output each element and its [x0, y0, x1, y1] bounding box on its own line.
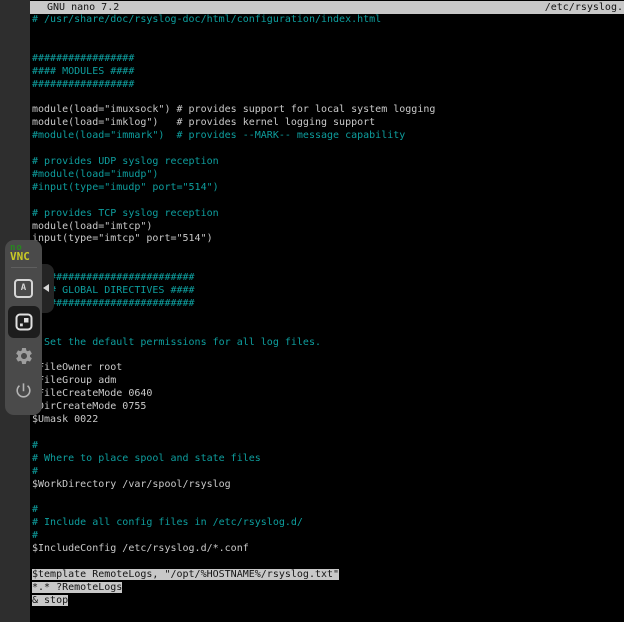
- settings-button[interactable]: [8, 340, 40, 372]
- clipboard-icon: A: [14, 279, 33, 298]
- editor-line: # provides UDP syslog reception: [32, 156, 622, 169]
- editor-line: # Include all config files in /etc/rsysl…: [32, 517, 622, 530]
- editor-line: [32, 492, 622, 505]
- editor-line: [32, 195, 622, 208]
- editor-line: module(load="imtcp"): [32, 221, 622, 234]
- editor-line: [32, 556, 622, 569]
- editor-line: *.* ?RemoteLogs: [32, 582, 622, 595]
- editor-line: #### GLOBAL DIRECTIVES ####: [32, 285, 622, 298]
- editor-line: $FileCreateMode 0640: [32, 388, 622, 401]
- editor-line: & stop: [32, 595, 622, 608]
- editor-line: #input(type="imudp" port="514"): [32, 182, 622, 195]
- clipboard-button[interactable]: A: [8, 272, 40, 304]
- editor-content[interactable]: # /usr/share/doc/rsyslog-doc/html/config…: [32, 14, 622, 608]
- editor-line: # Where to place spool and state files: [32, 453, 622, 466]
- panel-divider: [11, 267, 37, 268]
- vnc-control-panel: no VNC A: [5, 240, 42, 415]
- editor-line: #: [32, 466, 622, 479]
- editor-line: #module(load="imudp"): [32, 169, 622, 182]
- editor-line: #: [32, 530, 622, 543]
- settings-gear-icon: [14, 346, 34, 366]
- editor-line: $template RemoteLogs, "/opt/%HOSTNAME%/r…: [32, 569, 622, 582]
- editor-line: input(type="imtcp" port="514"): [32, 233, 622, 246]
- editor-line: $FileOwner root: [32, 362, 622, 375]
- editor-line: #: [32, 440, 622, 453]
- chevron-left-icon: [43, 284, 49, 292]
- editor-line: $Umask 0022: [32, 414, 622, 427]
- editor-line: [32, 40, 622, 53]
- editor-line: [32, 259, 622, 272]
- editor-line: module(load="imuxsock") # provides suppo…: [32, 104, 622, 117]
- nano-version-label: GNU nano 7.2: [30, 1, 119, 14]
- clipboard-letter: A: [21, 284, 26, 293]
- editor-line: ###########################: [32, 272, 622, 285]
- editor-line: #### MODULES ####: [32, 66, 622, 79]
- terminal-window[interactable]: GNU nano 7.2 /etc/rsyslog. # /usr/share/…: [30, 0, 624, 622]
- editor-line: # /usr/share/doc/rsyslog-doc/html/config…: [32, 14, 622, 27]
- editor-line: # provides TCP syslog reception: [32, 208, 622, 221]
- power-button[interactable]: [8, 374, 40, 406]
- editor-line: [32, 246, 622, 259]
- editor-line: #: [32, 504, 622, 517]
- editor-line: $IncludeConfig /etc/rsyslog.d/*.conf: [32, 543, 622, 556]
- editor-line: $FileGroup adm: [32, 375, 622, 388]
- nano-titlebar: GNU nano 7.2 /etc/rsyslog.: [30, 1, 624, 14]
- fullscreen-icon: [15, 313, 33, 331]
- editor-line: module(load="imklog") # provides kernel …: [32, 117, 622, 130]
- editor-line: [32, 27, 622, 40]
- power-icon: [14, 381, 33, 400]
- editor-line: # Set the default permissions for all lo…: [32, 337, 622, 350]
- editor-line: #################: [32, 79, 622, 92]
- fullscreen-button[interactable]: [8, 306, 40, 338]
- editor-line: #################: [32, 53, 622, 66]
- novnc-screen: GNU nano 7.2 /etc/rsyslog. # /usr/share/…: [0, 0, 624, 622]
- novnc-logo: no VNC: [10, 244, 37, 262]
- editor-line: [32, 311, 622, 324]
- editor-line: #: [32, 350, 622, 363]
- editor-line: [32, 91, 622, 104]
- editor-line: [32, 427, 622, 440]
- editor-line: #: [32, 324, 622, 337]
- open-file-path: /etc/rsyslog.: [545, 1, 624, 14]
- editor-line: $WorkDirectory /var/spool/rsyslog: [32, 479, 622, 492]
- novnc-logo-vnc: VNC: [10, 252, 37, 262]
- editor-line: [32, 143, 622, 156]
- editor-line: $DirCreateMode 0755: [32, 401, 622, 414]
- editor-line: ###########################: [32, 298, 622, 311]
- editor-line: #module(load="immark") # provides --MARK…: [32, 130, 622, 143]
